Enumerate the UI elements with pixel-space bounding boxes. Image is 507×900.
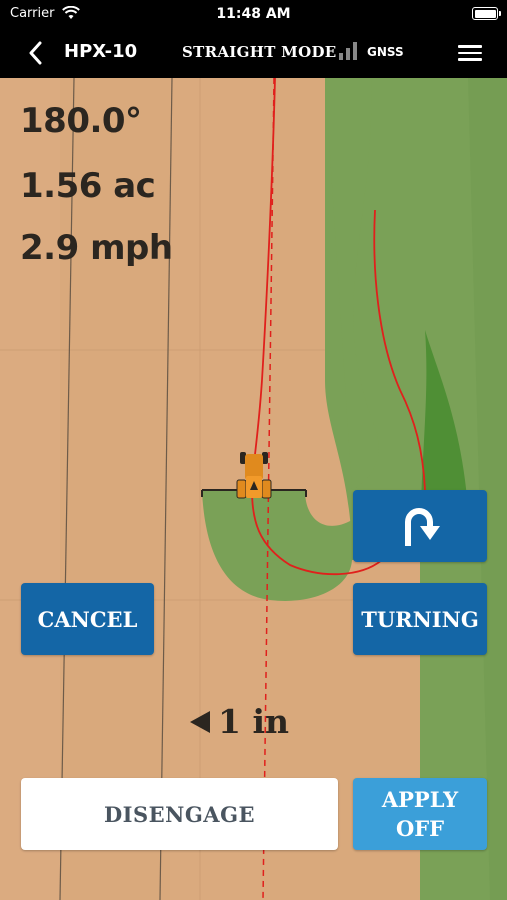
signal-bars-icon [339,42,357,60]
offset-value: 1 in [218,702,289,741]
speed-readout: 2.9 mph [20,228,173,268]
hamburger-menu-icon[interactable] [458,41,484,63]
heading-readout: 180.0° [20,101,142,141]
gnss-label: GNSS [367,45,404,59]
apply-label: APPLY [381,786,459,812]
cancel-button[interactable]: CANCEL [21,583,154,655]
clock: 11:48 AM [216,6,291,22]
area-readout: 1.56 ac [20,166,156,206]
chevron-left-icon [29,41,42,65]
battery-icon [472,7,501,20]
u-turn-arrow-icon [405,508,440,546]
status-bar: Carrier 11:48 AM [0,0,507,28]
apply-state-label: OFF [395,816,445,841]
left-arrow-icon [190,710,210,733]
device-name: HPX-10 [64,41,138,62]
u-turn-button[interactable] [353,490,487,562]
cross-track-offset: 1 in [190,702,289,741]
tractor-icon [236,452,272,499]
nav-bar: HPX-10 STRAIGHT MODE GNSS [0,28,507,78]
apply-off-button[interactable]: APPLY OFF [353,778,487,850]
mode-label: STRAIGHT MODE [182,43,337,61]
disengage-button[interactable]: DISENGAGE [21,778,338,850]
turning-button[interactable]: TURNING [353,583,487,655]
back-button[interactable] [20,38,50,68]
